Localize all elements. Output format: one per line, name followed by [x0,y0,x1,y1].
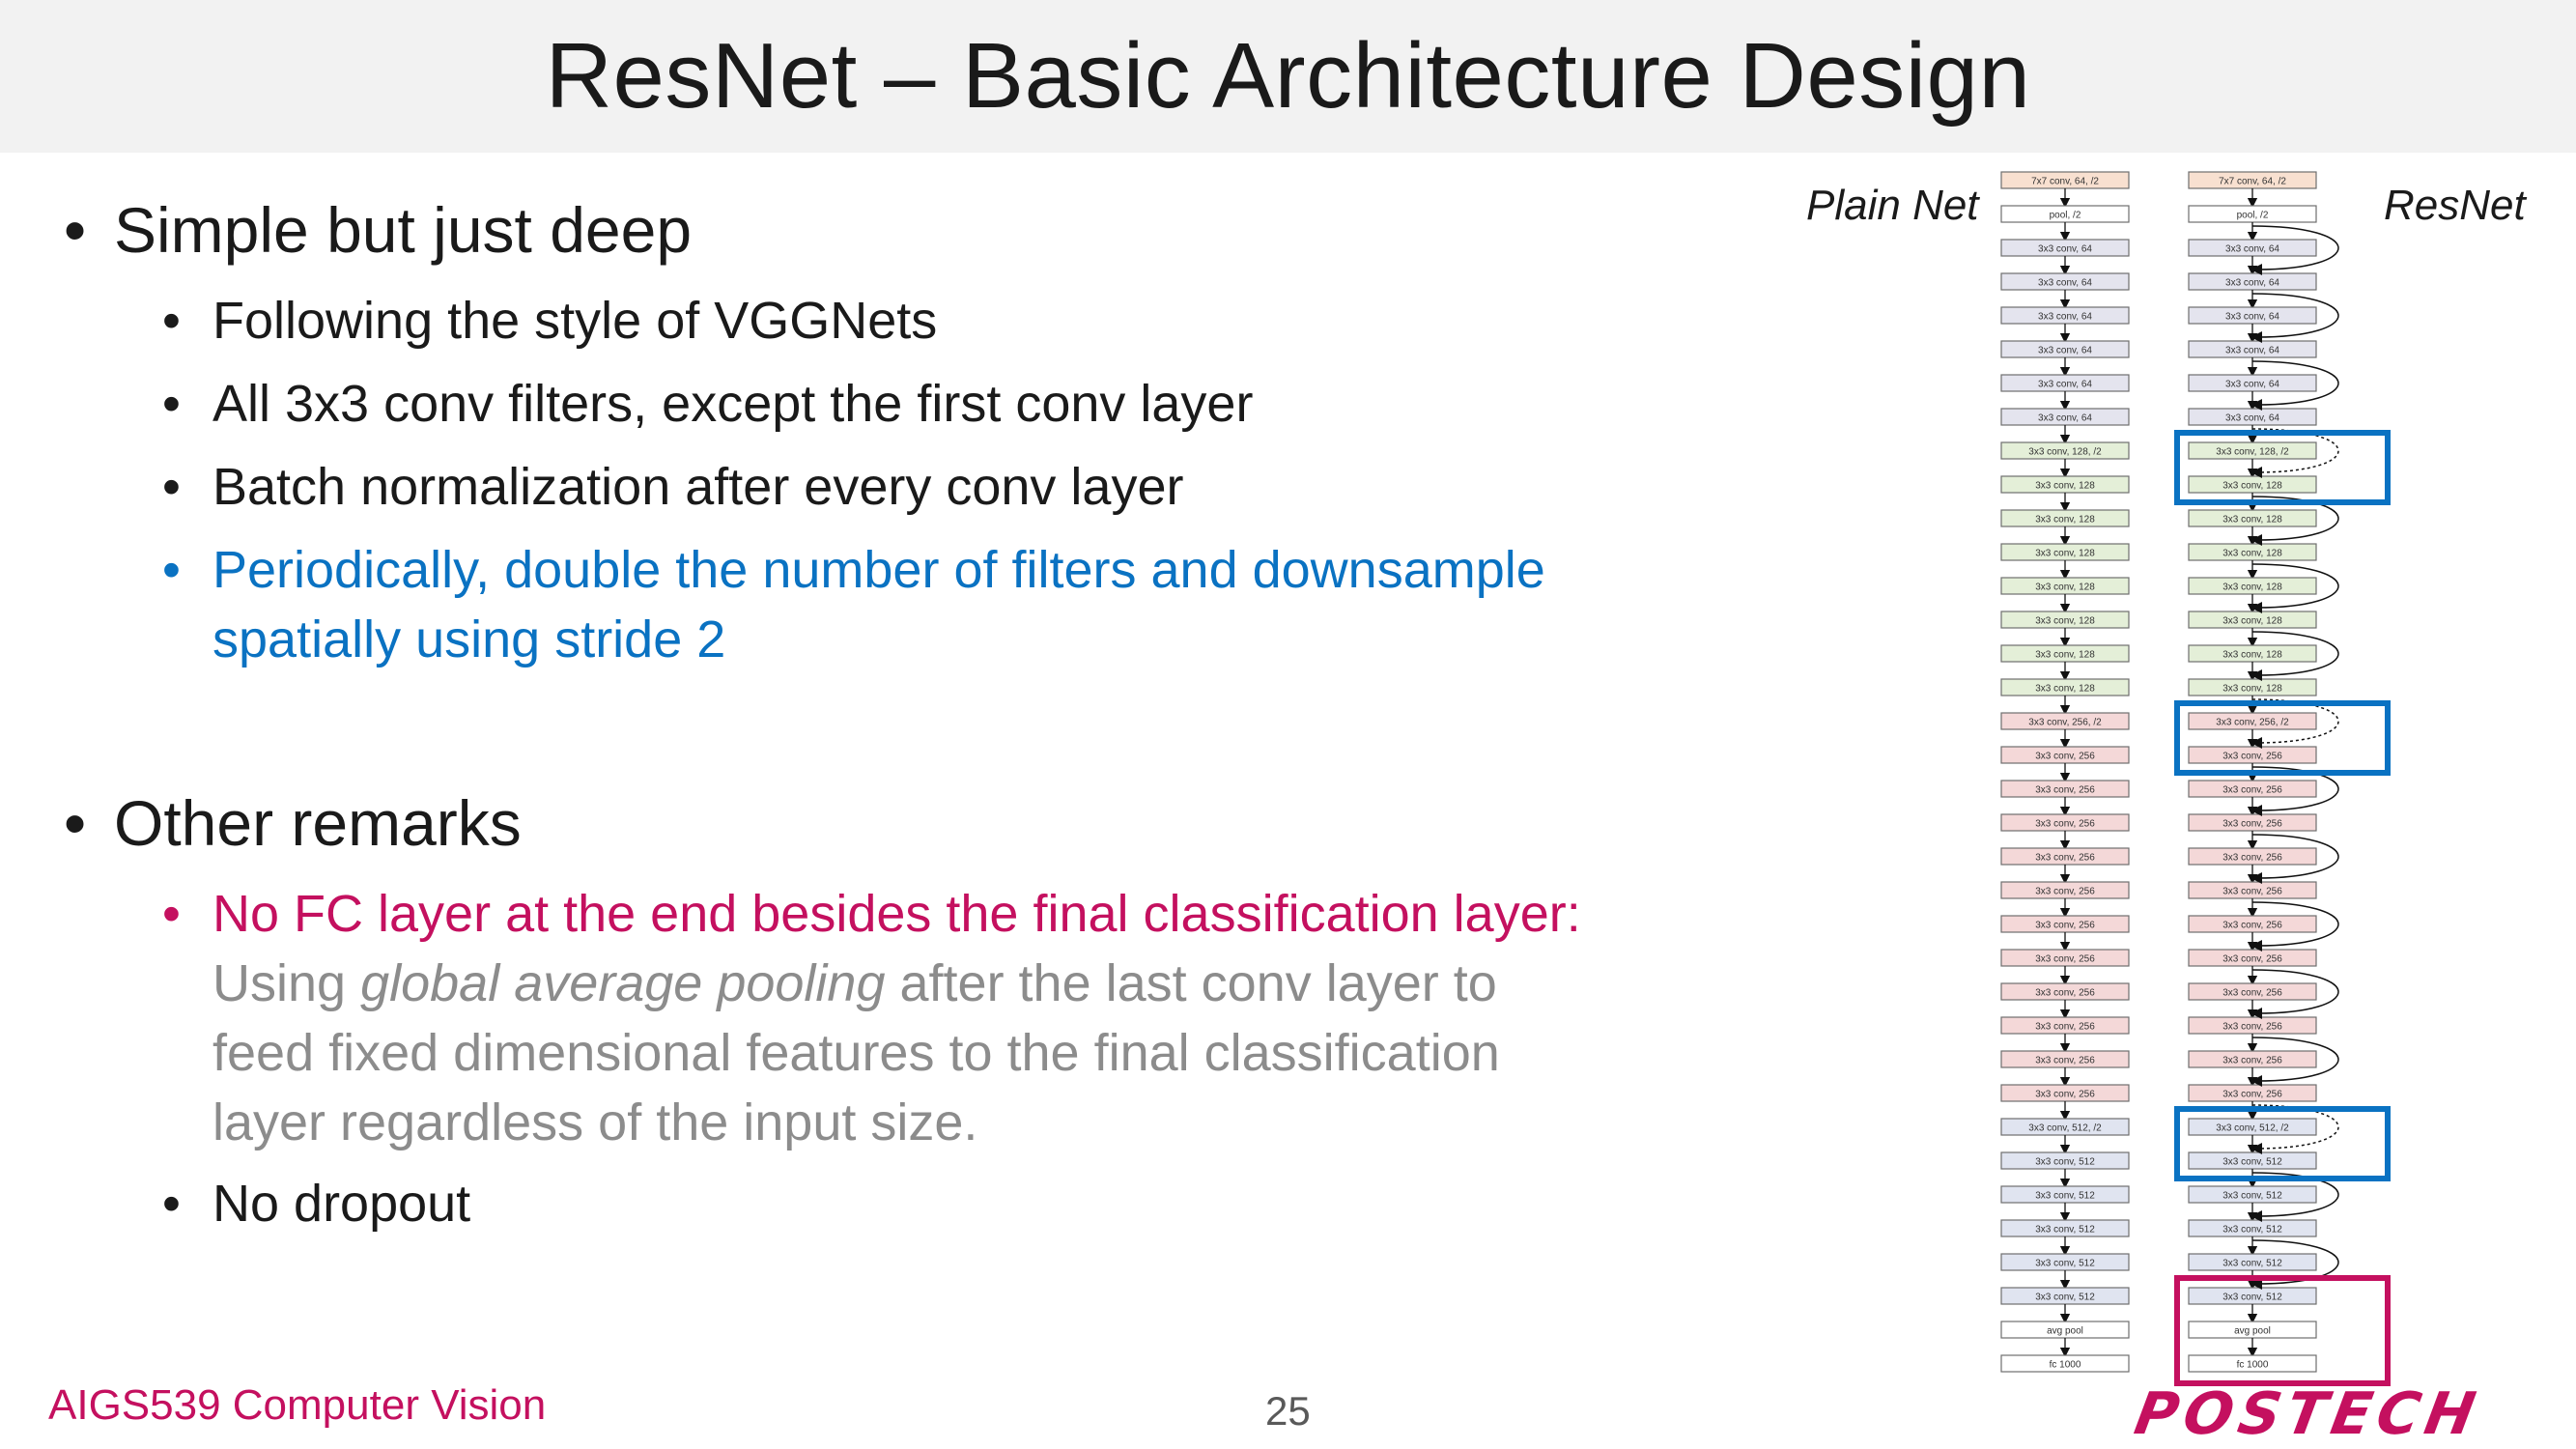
svg-text:POSTECH: POSTECH [2130,1383,2486,1443]
plain-layer-label: 3x3 conv, 256, /2 [2028,718,2102,728]
slide-title: ResNet – Basic Architecture Design [545,24,2031,128]
bullet-dot: • [162,375,181,433]
resnet-layer-label: 3x3 conv, 64 [2225,346,2279,356]
resnet-layer-label: 3x3 conv, 512 [2222,1259,2282,1269]
plain-layer-label: 3x3 conv, 512 [2035,1259,2095,1269]
resnet-layer-label: 7x7 conv, 64, /2 [2219,177,2286,187]
resnet-layer-label: 3x3 conv, 128, /2 [2216,447,2289,458]
plain-layer-label: 3x3 conv, 64 [2038,244,2092,255]
resnet-layer-label: 3x3 conv, 512 [2222,1225,2282,1236]
resnet-layer-label: 3x3 conv, 512 [2222,1191,2282,1202]
plain-layer-label: 3x3 conv, 128, /2 [2028,447,2102,458]
plain-layer-label: 3x3 conv, 64 [2038,413,2092,424]
resnet-layer-label: 3x3 conv, 256 [2222,752,2282,762]
plain-layer-label: 3x3 conv, 256 [2035,887,2095,897]
plain-layer-label: 3x3 conv, 128 [2035,616,2095,627]
plain-layer-label: 3x3 conv, 512 [2035,1225,2095,1236]
plain-layer-label: 3x3 conv, 64 [2038,346,2092,356]
plain-layer-label: 3x3 conv, 512 [2035,1191,2095,1202]
plain-layer-label: 3x3 conv, 64 [2038,312,2092,323]
page-number: 25 [1265,1388,1311,1434]
plain-layer-label: 7x7 conv, 64, /2 [2031,177,2099,187]
resnet-layer-label: 3x3 conv, 256 [2222,1090,2282,1100]
architecture-diagram: 7x7 conv, 64, /2 pool, /2 3x3 conv, 64 3x3 … [2000,171,2391,1386]
resnet-layer-label: 3x3 conv, 256 [2222,921,2282,931]
resnet-layer-label: 3x3 conv, 128 [2222,582,2282,593]
resnet-layer-label: 3x3 conv, 128 [2222,684,2282,695]
bullet-dot: • [64,787,87,859]
plain-layer-label: 3x3 conv, 256 [2035,853,2095,864]
plain-layer-label: 3x3 conv, 128 [2035,650,2095,661]
plain-layer-label: 3x3 conv, 128 [2035,684,2095,695]
resnet-layer-label: fc 1000 [2237,1360,2269,1371]
plain-layer-label: 3x3 conv, 128 [2035,515,2095,526]
resnet-layer-label: 3x3 conv, 512 [2222,1157,2282,1168]
resnet-layer-label: 3x3 conv, 256 [2222,819,2282,830]
bullet-dot: • [162,458,181,516]
plain-layer-label: 3x3 conv, 64 [2038,380,2092,390]
resnet-layer-label: 3x3 conv, 64 [2225,244,2279,255]
resnet-layer-label: 3x3 conv, 512 [2222,1293,2282,1303]
plain-layer-label: pool, /2 [2050,211,2081,221]
resnet-layer-label: 3x3 conv, 256, /2 [2216,718,2289,728]
plain-layer-label: 3x3 conv, 512, /2 [2028,1123,2102,1134]
plain-layer-label: 3x3 conv, 256 [2035,819,2095,830]
resnet-layer-label: 3x3 conv, 64 [2225,312,2279,323]
resnet-layer-label: 3x3 conv, 128 [2222,650,2282,661]
resnet-layer-label: 3x3 conv, 256 [2222,1056,2282,1066]
plain-layer-label: 3x3 conv, 256 [2035,1090,2095,1100]
resnet-layer-label: 3x3 conv, 128 [2222,616,2282,627]
resnet-layer-label: 3x3 conv, 64 [2225,380,2279,390]
plain-layer-label: 3x3 conv, 256 [2035,1056,2095,1066]
plain-layer-label: 3x3 conv, 128 [2035,549,2095,559]
resnet-layer-label: 3x3 conv, 256 [2222,853,2282,864]
bullet-dot: • [64,194,87,266]
bullet-dot: • [162,885,181,943]
postech-logo: POSTECH [2130,1383,2486,1443]
plain-layer-label: 3x3 conv, 256 [2035,954,2095,965]
plain-layer-label: 3x3 conv, 256 [2035,752,2095,762]
plain-layer-label: 3x3 conv, 256 [2035,1022,2095,1033]
resnet-layer-label: 3x3 conv, 128 [2222,549,2282,559]
resnet-layer-label: 3x3 conv, 256 [2222,887,2282,897]
plain-layer-label: 3x3 conv, 512 [2035,1293,2095,1303]
gap-line-1: Using global average pooling after the l… [212,954,1497,1012]
course-name: AIGS539 Computer Vision [48,1381,547,1429]
resnet-layer-label: 3x3 conv, 512, /2 [2216,1123,2289,1134]
resnet-layer-label: 3x3 conv, 256 [2222,1022,2282,1033]
resnet-layer-label: pool, /2 [2237,211,2269,221]
resnet-layer-label: 3x3 conv, 64 [2225,278,2279,289]
resnet-layer-label: 3x3 conv, 256 [2222,954,2282,965]
plain-layer-label: fc 1000 [2050,1360,2081,1371]
plain-layer-label: 3x3 conv, 256 [2035,785,2095,796]
resnet-layer-label: 3x3 conv, 256 [2222,785,2282,796]
bullet-dot: • [162,541,181,599]
plain-layer-label: 3x3 conv, 128 [2035,481,2095,492]
resnet-layer-label: 3x3 conv, 256 [2222,988,2282,999]
bullet-dot: • [162,1175,181,1233]
plain-layer-label: 3x3 conv, 256 [2035,921,2095,931]
bullet-dot: • [162,292,181,350]
plain-layer-label: 3x3 conv, 128 [2035,582,2095,593]
plain-layer-label: 3x3 conv, 512 [2035,1157,2095,1168]
resnet-layer-label: 3x3 conv, 128 [2222,481,2282,492]
plain-layer-label: avg pool [2047,1326,2083,1337]
resnet-layer-label: 3x3 conv, 64 [2225,413,2279,424]
plain-layer-label: 3x3 conv, 256 [2035,988,2095,999]
resnet-layer-label: avg pool [2234,1326,2271,1337]
resnet-layer-label: 3x3 conv, 128 [2222,515,2282,526]
plain-layer-label: 3x3 conv, 64 [2038,278,2092,289]
